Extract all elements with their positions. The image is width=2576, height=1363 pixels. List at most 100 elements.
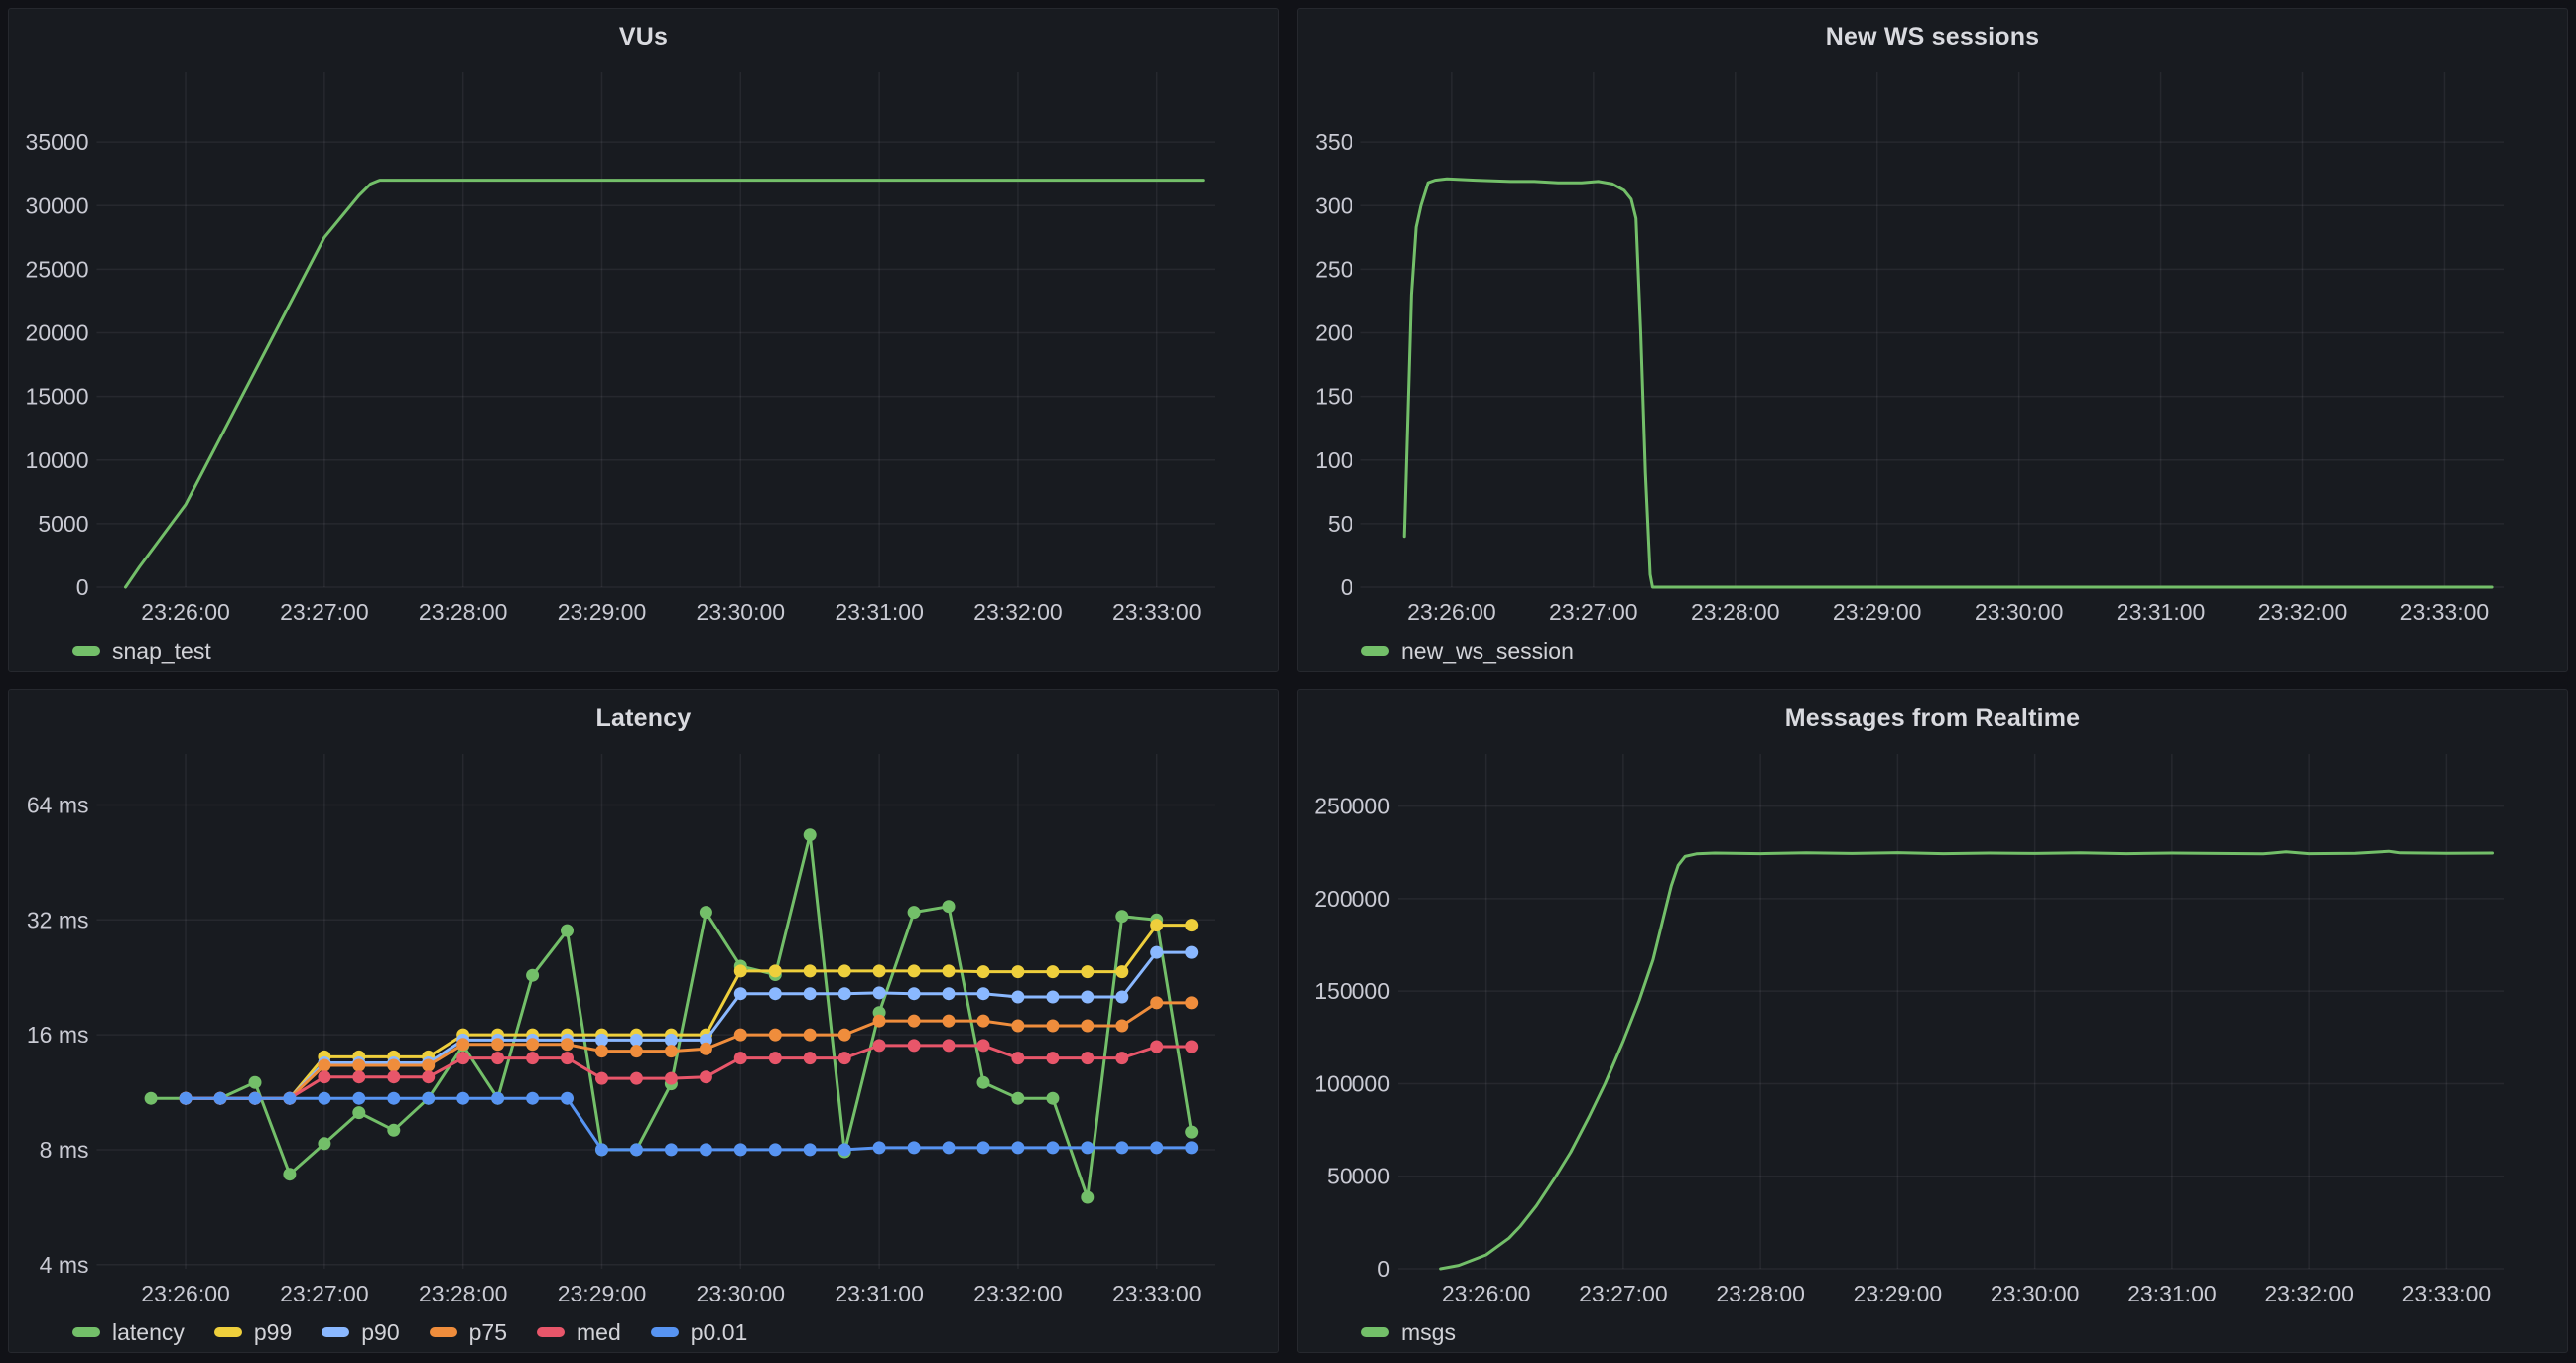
- y-tick-label: 5000: [38, 511, 88, 537]
- series-point-p90: [977, 987, 990, 1000]
- y-tick-label: 150000: [1314, 978, 1390, 1004]
- series-point-p75: [734, 1029, 747, 1042]
- panel-messages-from-realtime: Messages from Realtime 05000010000015000…: [1297, 689, 2568, 1353]
- y-tick-label: 350: [1315, 129, 1352, 155]
- legend-item-p0.01[interactable]: p0.01: [651, 1319, 748, 1346]
- legend-item-snap_test[interactable]: snap_test: [72, 638, 211, 665]
- panel-title-vus[interactable]: VUs: [9, 9, 1278, 64]
- legend-item-p75[interactable]: p75: [430, 1319, 507, 1346]
- x-tick-label: 23:31:00: [835, 1281, 924, 1306]
- series-point-latency: [1115, 910, 1128, 923]
- y-tick-label: 32 ms: [27, 907, 89, 932]
- x-tick-label: 23:29:00: [1833, 599, 1922, 625]
- legend-swatch-msgs: [1361, 1327, 1389, 1337]
- series-point-p75: [352, 1059, 365, 1072]
- series-point-p75: [1046, 1020, 1059, 1033]
- legend-label-msgs: msgs: [1401, 1319, 1456, 1346]
- series-point-p0.01: [804, 1143, 817, 1156]
- legend-label-snap_test: snap_test: [112, 638, 211, 665]
- series-point-p75: [1185, 996, 1198, 1009]
- series-point-p75: [1011, 1020, 1024, 1033]
- x-tick-label: 23:33:00: [1112, 1281, 1202, 1306]
- chart-messages-from-realtime[interactable]: 05000010000015000020000025000023:26:0023…: [1298, 746, 2567, 1312]
- legend-label-p75: p75: [469, 1319, 507, 1346]
- series-line-p99: [186, 926, 1192, 1099]
- x-tick-label: 23:31:00: [2117, 599, 2206, 625]
- series-point-p75: [456, 1038, 469, 1051]
- chart-new-ws-sessions[interactable]: 05010015020025030035023:26:0023:27:0023:…: [1298, 64, 2567, 631]
- series-line-p75: [186, 1003, 1192, 1098]
- series-point-med: [769, 1052, 782, 1064]
- series-point-p75: [769, 1029, 782, 1042]
- series-point-latency: [387, 1124, 400, 1137]
- series-point-latency: [283, 1168, 296, 1180]
- series-point-p75: [908, 1015, 921, 1028]
- legend-item-med[interactable]: med: [537, 1319, 621, 1346]
- series-point-p0.01: [1011, 1141, 1024, 1154]
- y-tick-label: 20000: [26, 320, 89, 346]
- y-tick-label: 15000: [26, 384, 89, 410]
- y-tick-label: 0: [76, 574, 89, 600]
- x-tick-label: 23:27:00: [280, 599, 369, 625]
- series-point-med: [1081, 1052, 1094, 1064]
- series-point-med: [665, 1072, 678, 1085]
- series-point-p90: [1081, 991, 1094, 1004]
- chart-latency[interactable]: 4 ms8 ms16 ms32 ms64 ms23:26:0023:27:002…: [9, 746, 1278, 1312]
- series-point-med: [491, 1052, 504, 1064]
- series-point-p0.01: [1185, 1141, 1198, 1154]
- legend-label-new_ws_session: new_ws_session: [1401, 638, 1574, 665]
- legend-item-latency[interactable]: latency: [72, 1319, 185, 1346]
- series-point-latency: [977, 1076, 990, 1089]
- series-point-med: [873, 1039, 886, 1052]
- series-point-p0.01: [1046, 1141, 1059, 1154]
- series-point-p0.01: [1150, 1141, 1163, 1154]
- panel-title-messages-from-realtime[interactable]: Messages from Realtime: [1298, 690, 2567, 746]
- x-tick-label: 23:29:00: [1854, 1281, 1943, 1306]
- series-point-p0.01: [352, 1092, 365, 1105]
- x-tick-label: 23:32:00: [973, 1281, 1063, 1306]
- series-point-p75: [804, 1029, 817, 1042]
- legend-item-msgs[interactable]: msgs: [1361, 1319, 1456, 1346]
- chart-vus[interactable]: 0500010000150002000025000300003500023:26…: [9, 64, 1278, 631]
- series-point-latency: [526, 969, 539, 982]
- series-point-p75: [318, 1059, 330, 1072]
- series-line-med: [186, 1046, 1192, 1098]
- series-point-p0.01: [977, 1141, 990, 1154]
- series-point-p0.01: [630, 1143, 643, 1156]
- series-point-med: [734, 1052, 747, 1064]
- series-point-latency: [1081, 1191, 1094, 1204]
- y-tick-label: 4 ms: [40, 1252, 89, 1278]
- legend-item-p90[interactable]: p90: [322, 1319, 399, 1346]
- legend-swatch-new_ws_session: [1361, 646, 1389, 656]
- series-point-med: [1150, 1041, 1163, 1053]
- series-point-med: [595, 1072, 608, 1085]
- series-line-snap_test: [126, 181, 1204, 587]
- series-point-p0.01: [769, 1143, 782, 1156]
- series-point-p99: [943, 964, 956, 977]
- grafana-dashboard: VUs 050001000015000200002500030000350002…: [0, 0, 2576, 1363]
- series-point-p99: [1046, 965, 1059, 978]
- x-tick-label: 23:32:00: [2264, 1281, 2354, 1306]
- legend-new-ws-sessions: new_ws_session: [1298, 631, 2567, 671]
- panel-title-latency[interactable]: Latency: [9, 690, 1278, 746]
- legend-vus: snap_test: [9, 631, 1278, 671]
- legend-item-new_ws_session[interactable]: new_ws_session: [1361, 638, 1574, 665]
- x-tick-label: 23:26:00: [141, 1281, 230, 1306]
- series-point-p90: [1185, 946, 1198, 959]
- y-tick-label: 30000: [26, 192, 89, 218]
- x-tick-label: 23:30:00: [697, 1281, 786, 1306]
- series-point-p0.01: [838, 1143, 851, 1156]
- legend-latency: latency p99 p90 p75 med p0.01: [9, 1312, 1278, 1352]
- x-tick-label: 23:28:00: [1691, 599, 1780, 625]
- legend-swatch-snap_test: [72, 646, 100, 656]
- series-point-p99: [1185, 919, 1198, 931]
- x-tick-label: 23:30:00: [697, 599, 786, 625]
- legend-item-p99[interactable]: p99: [214, 1319, 292, 1346]
- x-tick-label: 23:32:00: [973, 599, 1063, 625]
- x-tick-label: 23:28:00: [1716, 1281, 1805, 1306]
- panel-title-new-ws-sessions[interactable]: New WS sessions: [1298, 9, 2567, 64]
- series-point-med: [1011, 1052, 1024, 1064]
- series-point-p99: [734, 964, 747, 977]
- x-tick-label: 23:26:00: [1442, 1281, 1531, 1306]
- y-tick-label: 10000: [26, 447, 89, 473]
